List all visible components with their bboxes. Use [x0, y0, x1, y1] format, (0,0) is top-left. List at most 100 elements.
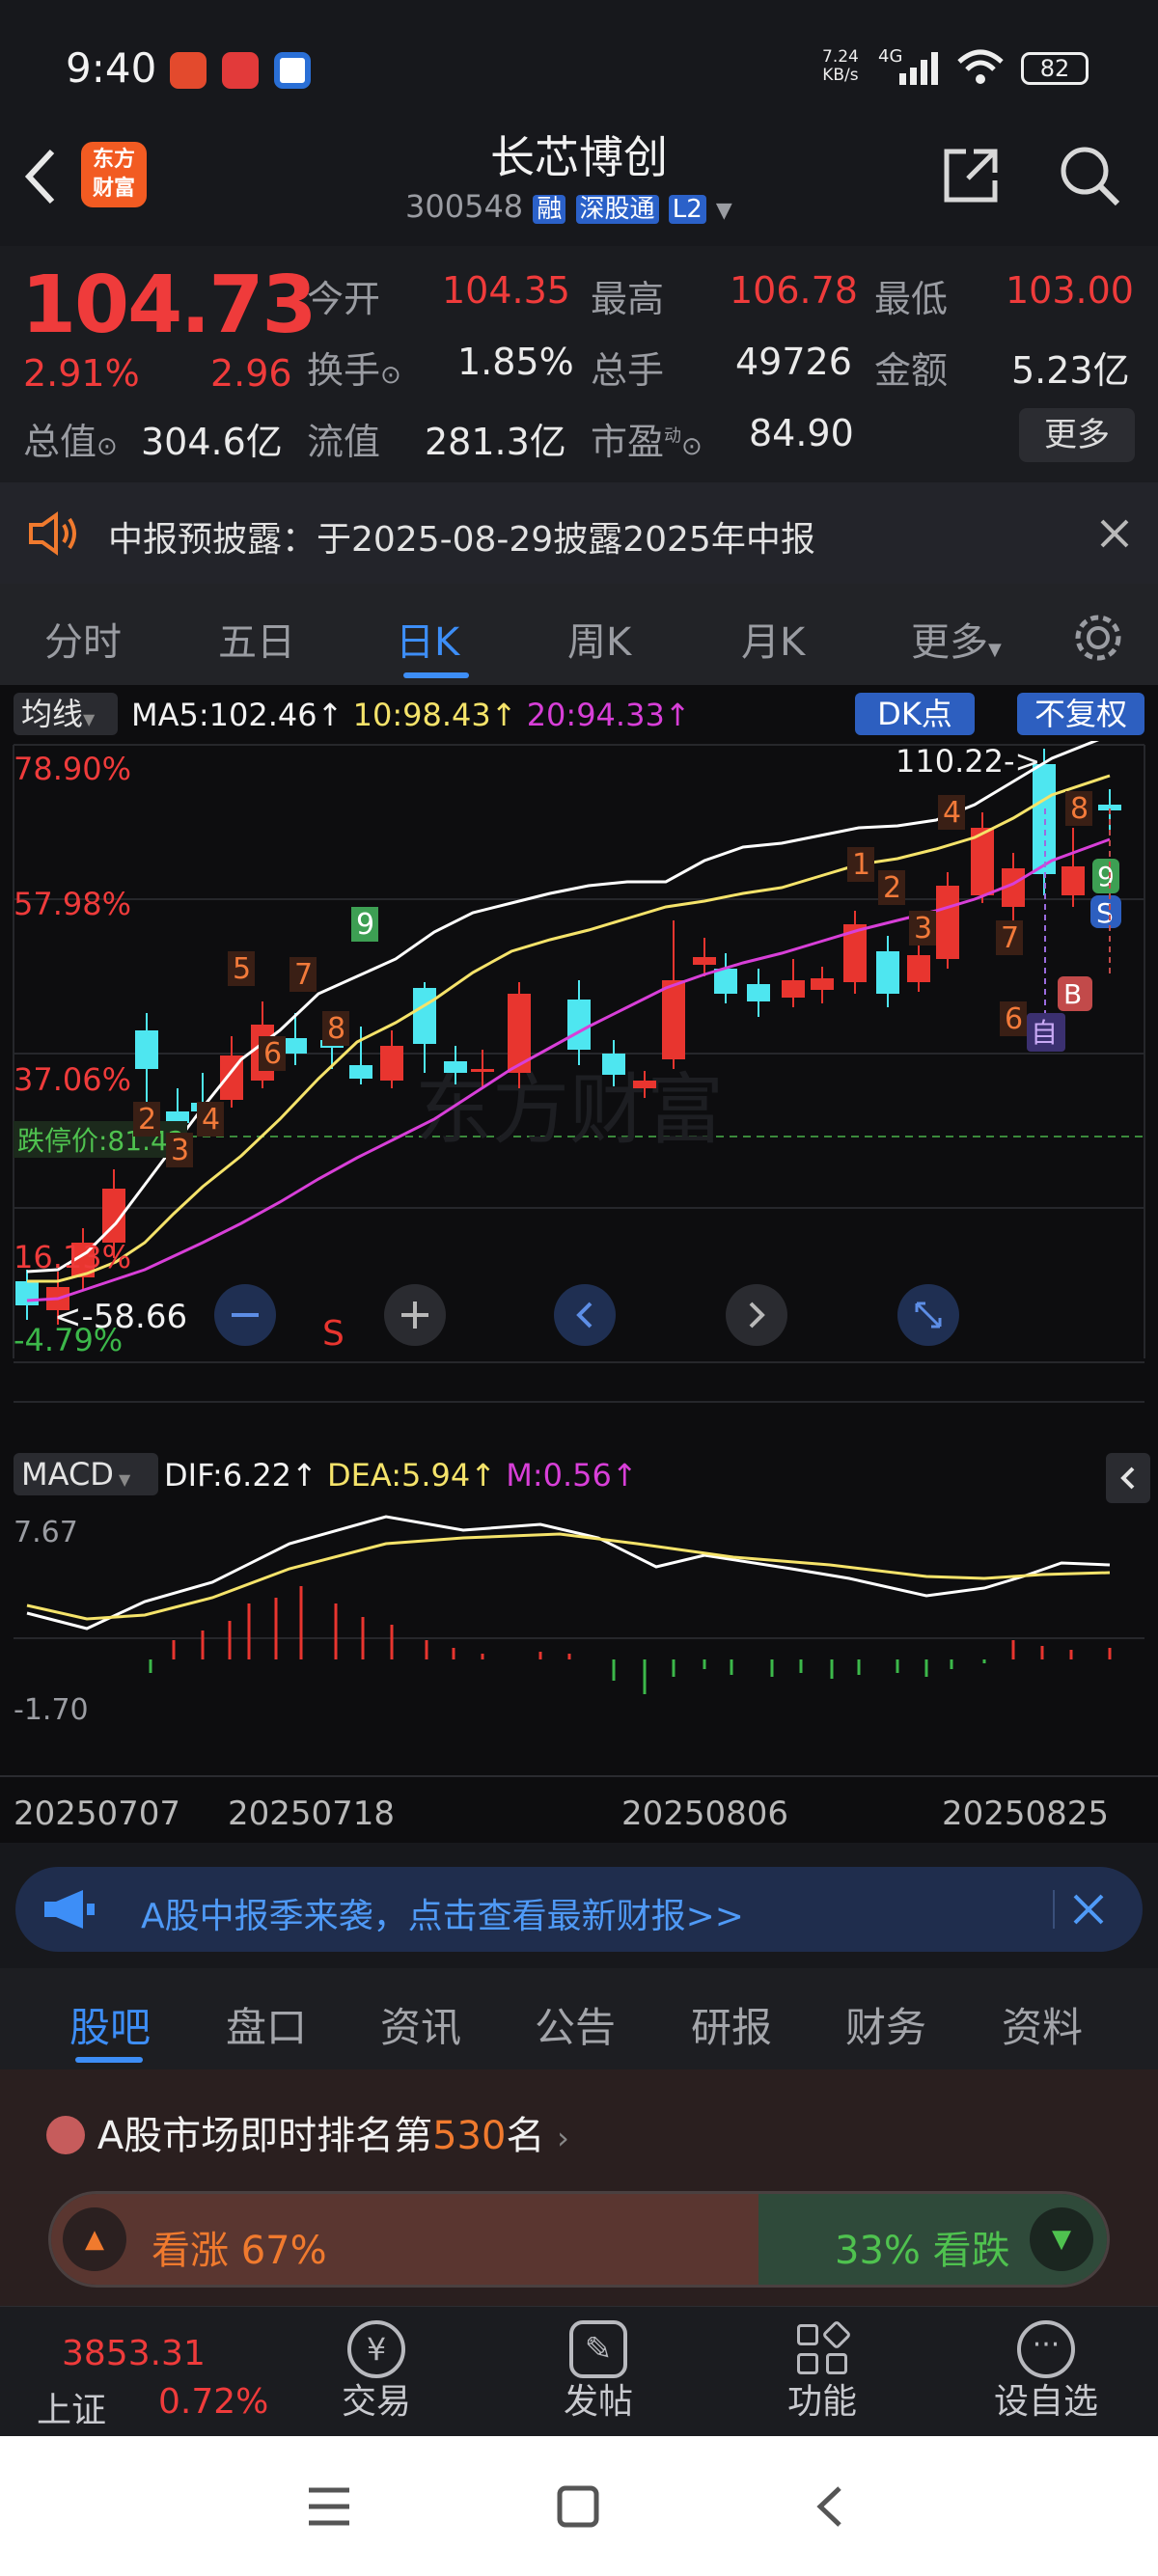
- ranking-row[interactable]: A股市场即时排名第530名 ›: [46, 2104, 569, 2160]
- ma20-value: 20:94.33: [526, 697, 665, 733]
- tab-research[interactable]: 研报: [691, 1995, 772, 2054]
- stock-code-row[interactable]: 300548 融 深股通 L2 ▼: [405, 188, 732, 225]
- candle-body: [284, 1038, 307, 1054]
- notice-bar[interactable]: 中报预披露：于2025-08-29披露2025年中报: [0, 482, 1158, 584]
- tab-intraday[interactable]: 分时: [44, 611, 122, 667]
- tab-monthly-k[interactable]: 月K: [741, 611, 805, 667]
- y-label-pct-top: 78.90%: [14, 751, 131, 787]
- close-icon[interactable]: [1098, 517, 1131, 550]
- divider: [1053, 1890, 1055, 1929]
- svg-text:8: 8: [327, 1012, 345, 1046]
- watermark: 东方财富: [415, 1065, 724, 1155]
- candle-body: [876, 951, 899, 994]
- ma-values: MA5:102.46↑ 10:98.43↑ 20:94.33↑: [131, 697, 691, 733]
- battery-icon: 82: [1021, 52, 1089, 85]
- app-icon-red: [170, 52, 207, 89]
- nav-post[interactable]: ✎ 发帖: [502, 2307, 695, 2437]
- signal-icon: [899, 52, 938, 85]
- search-icon[interactable]: [1058, 144, 1123, 209]
- tab-weekly-k[interactable]: 周K: [567, 611, 631, 667]
- chevron-right-icon: ›: [557, 2120, 569, 2156]
- tab-five-day[interactable]: 五日: [218, 611, 295, 667]
- amount-label: 金额: [874, 349, 949, 392]
- tab-forum[interactable]: 股吧: [69, 1995, 151, 2054]
- ad-banner[interactable]: A股中报季来袭，点击查看最新财报>>: [15, 1867, 1143, 1952]
- close-icon[interactable]: [1071, 1892, 1106, 1927]
- share-icon[interactable]: [941, 146, 1001, 206]
- bull-label: 看涨 67%: [152, 2229, 327, 2273]
- system-nav-bar: [0, 2436, 1158, 2576]
- home-icon[interactable]: [556, 2484, 600, 2529]
- tab-profile[interactable]: 资料: [1002, 1995, 1083, 2054]
- status-bar: 9:40 7.24 KB/s 4G 82: [0, 0, 1158, 135]
- edit-icon: ✎: [569, 2320, 627, 2378]
- pe-label: 市盈动⊙: [591, 421, 703, 463]
- macd-indicator-select[interactable]: MACD ▼: [14, 1453, 158, 1495]
- dea-line: [26, 1532, 1111, 1621]
- active-tab-indicator: [75, 2057, 143, 2063]
- m-value: M:0.56: [506, 1457, 612, 1494]
- candle-body: [135, 1030, 158, 1069]
- megaphone-icon: [44, 1890, 95, 1929]
- tab-news[interactable]: 资讯: [380, 1995, 461, 2054]
- svg-text:6: 6: [263, 1037, 282, 1071]
- menu-icon[interactable]: [307, 2486, 351, 2527]
- ranking-number: 530: [432, 2114, 507, 2158]
- total-cap-label: 总值⊙: [23, 421, 118, 463]
- dk-button[interactable]: DK点: [855, 693, 975, 735]
- collapse-panel-button[interactable]: [1106, 1453, 1150, 1503]
- index-quote[interactable]: 3853.31 上证 0.72%: [23, 2307, 274, 2437]
- low-label: 最低: [874, 278, 949, 320]
- nav-functions[interactable]: 功能: [726, 2307, 919, 2437]
- candle-body: [907, 955, 930, 982]
- chevron-down-icon: ▼: [988, 640, 1002, 660]
- chevron-down-icon: ▼: [113, 1470, 131, 1489]
- total-cap-value: 304.6亿: [141, 421, 283, 463]
- content-tabs: 股吧 盘口 资讯 公告 研报 财务 资料: [0, 1968, 1158, 2069]
- candle-body: [567, 1000, 591, 1050]
- x-axis: 20250707 20250718 20250806 20250825: [0, 1775, 1158, 1833]
- high-price-label: 110.22->: [896, 743, 1040, 780]
- candle-body: [662, 980, 685, 1059]
- ranking-suffix: 名: [506, 2114, 545, 2158]
- volume-value: 49726: [735, 341, 852, 383]
- index-change: 0.72%: [158, 2382, 269, 2422]
- svg-text:1: 1: [852, 848, 870, 882]
- tab-daily-k[interactable]: 日K: [396, 611, 459, 667]
- amount-value: 5.23亿: [1011, 349, 1130, 392]
- nav-add-watchlist[interactable]: ··· 设自选: [950, 2307, 1143, 2437]
- svg-text:6: 6: [1005, 1002, 1023, 1036]
- self-mark: 自: [1031, 1017, 1058, 1049]
- back-icon[interactable]: [813, 2484, 845, 2529]
- app-icon-blue: [274, 52, 311, 89]
- bottom-nav: 3853.31 上证 0.72% ¥ 交易 ✎ 发帖 功能 ··· 设自选: [0, 2306, 1158, 2436]
- ma-indicator-select[interactable]: 均线▼: [14, 693, 118, 735]
- macd-chart[interactable]: 7.67 -1.70: [0, 1505, 1158, 1737]
- macd-values: DIF:6.22↑ DEA:5.94↑ M:0.56↑: [164, 1457, 638, 1494]
- more-button[interactable]: 更多: [1019, 408, 1135, 462]
- tab-order-book[interactable]: 盘口: [226, 1995, 307, 2054]
- adjust-button[interactable]: 不复权: [1017, 693, 1144, 735]
- svg-text:3: 3: [171, 1134, 189, 1167]
- x-date-2: 20250718: [228, 1795, 396, 1833]
- net-speed: 7.24 KB/s: [822, 47, 859, 85]
- x-date-4: 20250825: [942, 1795, 1110, 1833]
- chevron-down-icon: ▼: [83, 710, 96, 728]
- y-label-pct-3: 37.06%: [14, 1061, 131, 1098]
- scroll-right-button[interactable]: [726, 1284, 787, 1346]
- candle-body: [15, 1281, 39, 1305]
- tab-finance[interactable]: 财务: [845, 1995, 926, 2054]
- svg-text:5: 5: [233, 952, 251, 986]
- tab-more[interactable]: 更多▼: [911, 611, 1002, 667]
- sentiment-bar: ▲ 看涨 67% 33% 看跌 ▼: [48, 2191, 1110, 2288]
- scroll-left-button[interactable]: [554, 1284, 616, 1346]
- bull-button-icon: ▲: [63, 2207, 126, 2271]
- dif-value: DIF:6.22: [164, 1457, 292, 1494]
- nav-trade[interactable]: ¥ 交易: [280, 2307, 473, 2437]
- tab-announcements[interactable]: 公告: [535, 1995, 616, 2054]
- candle-body: [444, 1061, 467, 1073]
- info-icon: ⊙: [96, 432, 118, 461]
- gear-icon[interactable]: [1071, 611, 1125, 665]
- candle-body: [1062, 866, 1085, 895]
- high-value: 106.78: [730, 269, 858, 312]
